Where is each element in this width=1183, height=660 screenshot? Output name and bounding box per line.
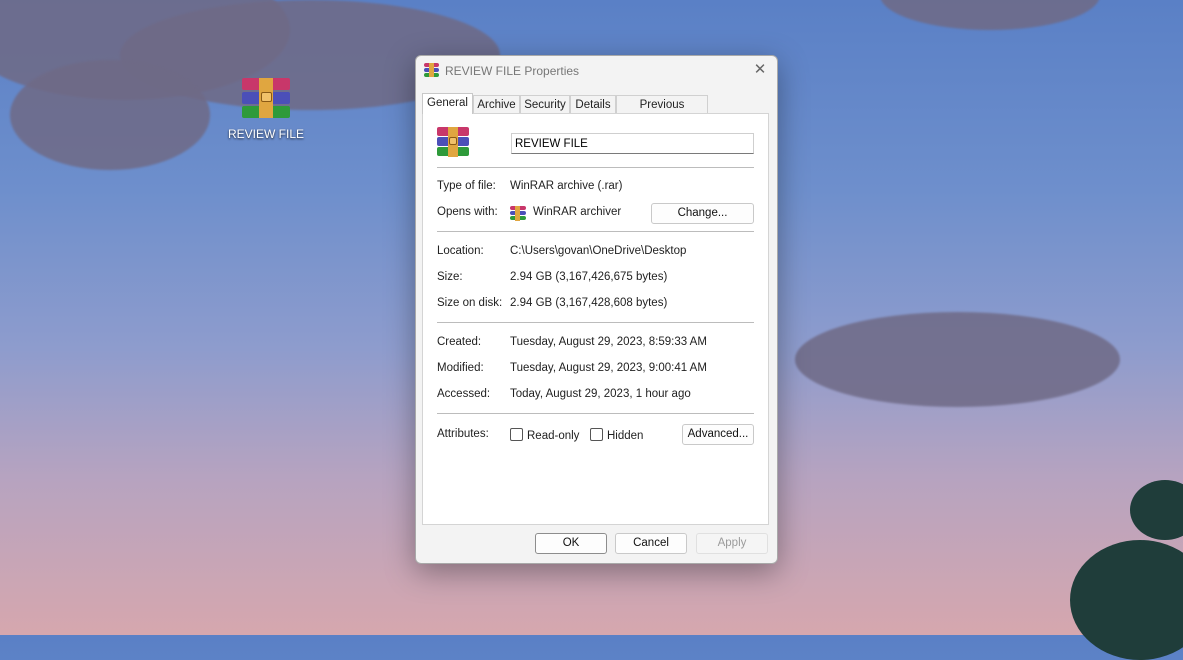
desktop-file-icon[interactable]: REVIEW FILE (228, 78, 304, 141)
location-value: C:\Users\govan\OneDrive\Desktop (510, 245, 687, 257)
desktop-icon-label: REVIEW FILE (228, 127, 305, 141)
cloud (880, 0, 1100, 30)
apply-button[interactable]: Apply (696, 533, 768, 554)
change-button[interactable]: Change... (651, 203, 754, 224)
properties-dialog: REVIEW FILE Properties ✕ General Archive… (415, 55, 778, 564)
size-value: 2.94 GB (3,167,426,675 bytes) (510, 271, 668, 283)
divider (437, 322, 754, 323)
accessed-label: Accessed: (437, 388, 491, 400)
tree (1130, 480, 1183, 540)
modified-value: Tuesday, August 29, 2023, 9:00:41 AM (510, 362, 707, 374)
checkbox-box[interactable] (590, 428, 603, 441)
divider (437, 167, 754, 168)
accessed-value: Today, August 29, 2023, 1 hour ago (510, 388, 691, 400)
cloud (795, 312, 1120, 407)
file-name-input[interactable]: REVIEW FILE (511, 133, 754, 154)
type-of-file-value: WinRAR archive (.rar) (510, 180, 623, 192)
tab-archive[interactable]: Archive (473, 95, 520, 113)
location-label: Location: (437, 245, 484, 257)
size-on-disk-value: 2.94 GB (3,167,428,608 bytes) (510, 297, 668, 309)
advanced-button[interactable]: Advanced... (682, 424, 754, 445)
dialog-title: REVIEW FILE Properties (445, 64, 580, 78)
modified-label: Modified: (437, 362, 484, 374)
opens-with-label: Opens with: (437, 206, 498, 218)
size-on-disk-label: Size on disk: (437, 297, 503, 309)
created-value: Tuesday, August 29, 2023, 8:59:33 AM (510, 336, 707, 348)
read-only-label: Read-only (527, 430, 580, 442)
title-bar[interactable]: REVIEW FILE Properties ✕ (416, 56, 777, 86)
tree (1070, 540, 1183, 660)
cancel-button[interactable]: Cancel (615, 533, 687, 554)
hidden-checkbox[interactable]: Hidden (590, 428, 643, 442)
general-panel: REVIEW FILE Type of file: WinRAR archive… (422, 113, 769, 525)
hidden-label: Hidden (607, 430, 644, 442)
size-label: Size: (437, 271, 463, 283)
winrar-archive-icon (424, 63, 439, 77)
winrar-archive-icon (510, 206, 526, 221)
winrar-archive-icon (242, 78, 290, 118)
cloud (10, 60, 210, 170)
created-label: Created: (437, 336, 482, 348)
winrar-archive-icon (437, 127, 469, 157)
tab-security[interactable]: Security (520, 95, 570, 113)
checkbox-box[interactable] (510, 428, 523, 441)
tab-details[interactable]: Details (570, 95, 616, 113)
close-icon[interactable]: ✕ (751, 61, 769, 79)
read-only-checkbox[interactable]: Read-only (510, 428, 579, 442)
attributes-label: Attributes: (437, 428, 489, 440)
opens-with-value: WinRAR archiver (533, 206, 622, 218)
tab-previous-versions[interactable]: Previous Versions (616, 95, 708, 129)
divider (437, 231, 754, 232)
type-of-file-label: Type of file: (437, 180, 496, 192)
ok-button[interactable]: OK (535, 533, 607, 554)
divider (437, 413, 754, 414)
tab-general[interactable]: General (422, 93, 473, 114)
